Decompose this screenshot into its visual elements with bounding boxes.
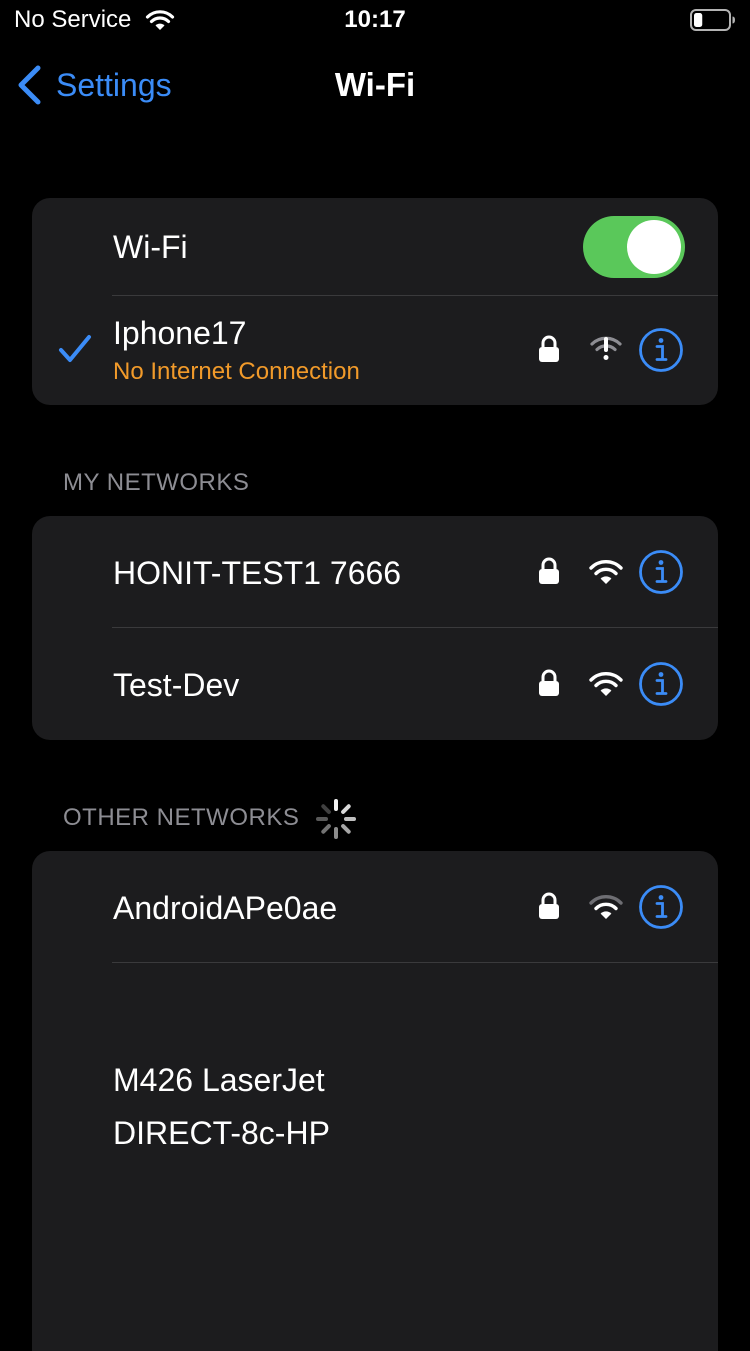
- lock-icon: [539, 892, 559, 919]
- nav-bar: Settings Wi-Fi: [0, 50, 750, 120]
- wifi-toggle[interactable]: [583, 216, 685, 278]
- current-network-name: Iphone17: [113, 315, 247, 351]
- page-title: Wi-Fi: [334, 66, 416, 103]
- lock-icon: [537, 1142, 561, 1170]
- wifi-signal-icon: [589, 895, 623, 919]
- network-row[interactable]: AndroidAPe0ae: [32, 851, 718, 963]
- network-name-line2: M426 LaserJet: [113, 1062, 325, 1098]
- network-row[interactable]: HONIT-TEST1 7666: [32, 516, 718, 628]
- network-name: AndroidAPe0ae: [113, 890, 338, 926]
- lock-icon: [539, 557, 559, 584]
- section-header-my-networks: MY NETWORKS: [63, 469, 250, 496]
- toggle-knob: [627, 220, 681, 274]
- lock-icon: [539, 335, 559, 362]
- status-bar: No Service 10:17: [0, 0, 750, 40]
- section-header-other-networks: OTHER NETWORKS: [63, 804, 300, 831]
- network-name-line1: DIRECT-8c-HP: [113, 1115, 330, 1151]
- network-name: Test-Dev: [113, 667, 240, 703]
- network-name: HONIT-TEST1 7666: [113, 555, 402, 591]
- wifi-signal-icon: [589, 672, 623, 696]
- lock-icon: [539, 669, 559, 696]
- info-icon[interactable]: [638, 661, 684, 707]
- loading-spinner-icon: [316, 799, 356, 839]
- checkmark-icon: [59, 335, 91, 362]
- current-network-row[interactable]: Iphone17 No Internet Connection: [32, 296, 718, 405]
- wifi-signal-icon: [589, 560, 623, 584]
- battery-icon: [690, 9, 735, 31]
- my-networks-group: HONIT-TEST1 7666 Test-Dev: [32, 516, 718, 740]
- info-icon[interactable]: [638, 549, 684, 595]
- info-icon[interactable]: [638, 327, 684, 373]
- wifi-toggle-row: Wi-Fi: [32, 198, 718, 296]
- network-row[interactable]: DIRECT-8c-HP M426 LaserJet: [32, 963, 718, 1151]
- connection-status: No Internet Connection: [113, 358, 360, 385]
- other-networks-group: AndroidAPe0ae DIRECT-8c-HP M426 LaserJet: [32, 851, 718, 1351]
- wifi-warning-icon: [590, 336, 622, 360]
- info-icon[interactable]: [638, 884, 684, 930]
- network-row[interactable]: Test-Dev: [32, 628, 718, 740]
- wifi-toggle-label: Wi-Fi: [113, 229, 188, 265]
- wifi-settings-group: Wi-Fi Iphone17 No Internet Connection: [32, 198, 718, 405]
- status-time: 10:17: [344, 6, 406, 33]
